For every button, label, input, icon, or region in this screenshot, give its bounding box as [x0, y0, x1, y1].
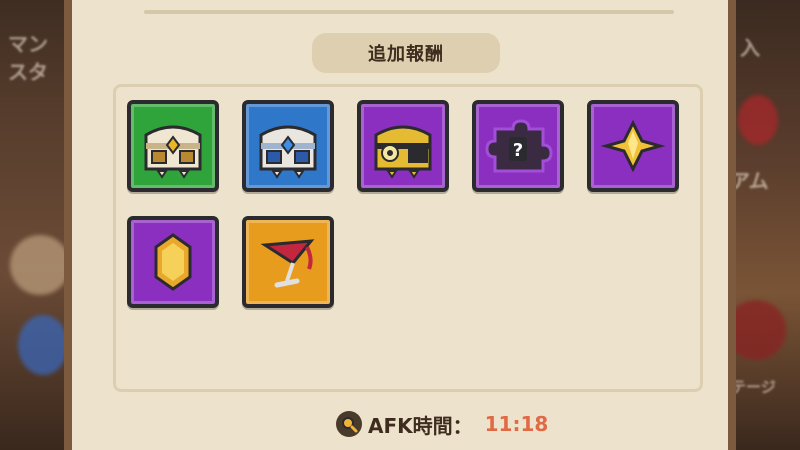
reward-item-mystery-piece[interactable]: ?	[472, 100, 564, 192]
panel-divider	[144, 10, 674, 14]
reward-item-gold-shard[interactable]	[587, 100, 679, 192]
rewards-title-text: 追加報酬	[368, 44, 444, 65]
rewards-panel: 追加報酬 ? AFK時間： 11:18	[64, 0, 736, 450]
green-chest-icon	[138, 113, 208, 179]
svg-text:?: ?	[513, 140, 523, 161]
blue-chest-icon	[253, 113, 323, 179]
afk-time: AFK時間： 11:18	[336, 407, 548, 441]
reward-item-blue-chest[interactable]	[242, 100, 334, 192]
amber-gem-icon	[138, 229, 208, 295]
red-wine-glass-icon	[253, 229, 323, 295]
reward-item-amber-gem[interactable]	[127, 216, 219, 308]
gold-shard-icon	[598, 113, 668, 179]
reward-item-gold-chest[interactable]	[357, 100, 449, 192]
background-icon-left	[10, 235, 70, 295]
rewards-title: 追加報酬	[312, 33, 500, 73]
magnifier-clock-icon	[336, 411, 362, 437]
gold-chest-icon	[368, 113, 438, 179]
background-text-right-top: 入	[740, 36, 760, 60]
background-creature-right	[738, 95, 778, 145]
afk-time-label: AFK時間：	[368, 413, 473, 438]
reward-item-red-wine-glass[interactable]	[242, 216, 334, 308]
mystery-piece-icon: ?	[483, 113, 553, 179]
background-potion-left	[18, 315, 68, 375]
background-text-left: マン スタ	[8, 32, 48, 84]
reward-item-green-chest[interactable]	[127, 100, 219, 192]
afk-time-value: 11:18	[484, 412, 549, 436]
